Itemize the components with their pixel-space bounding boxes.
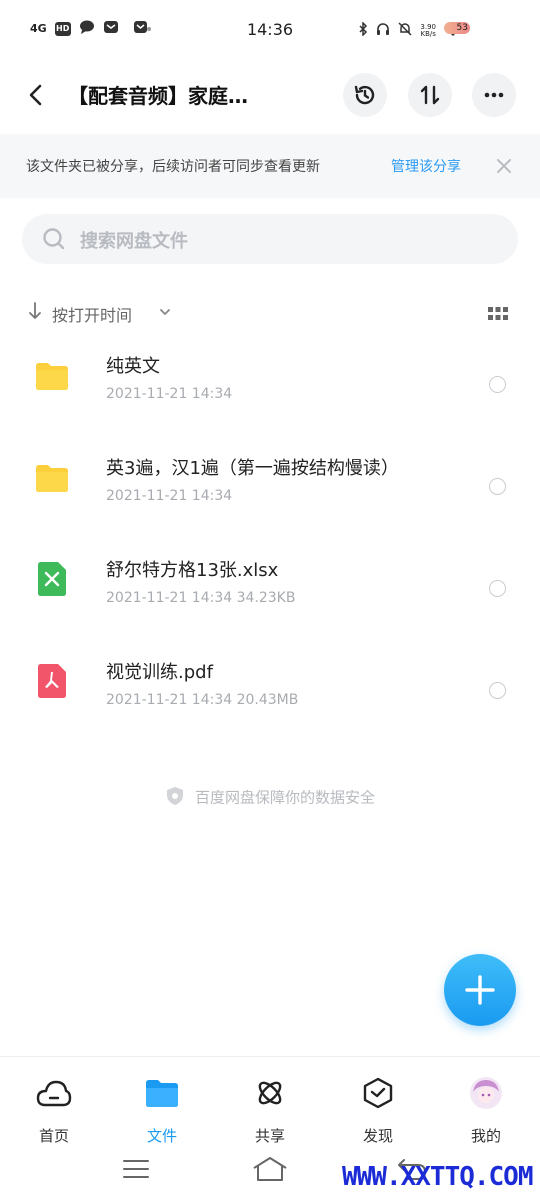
home-nav-button[interactable] bbox=[252, 1156, 288, 1186]
folder-icon bbox=[36, 464, 68, 496]
tab-files[interactable]: 文件 bbox=[108, 1075, 216, 1146]
file-row-3[interactable]: 舒尔特方格13张.xlsx 2021-11-21 14:34 34.23KB bbox=[0, 552, 540, 652]
tab-label: 我的 bbox=[470, 1127, 501, 1145]
tab-me[interactable]: 我的 bbox=[432, 1075, 540, 1146]
grid-view-button[interactable] bbox=[488, 306, 508, 325]
chevron-left-icon bbox=[29, 84, 42, 106]
manage-share-link[interactable]: 管理该分享 bbox=[391, 156, 461, 176]
search-icon bbox=[42, 227, 66, 255]
history-button[interactable] bbox=[343, 73, 387, 117]
avatar bbox=[432, 1075, 540, 1111]
select-radio[interactable] bbox=[489, 580, 506, 597]
folder-icon bbox=[108, 1075, 216, 1111]
menu-nav-button[interactable] bbox=[122, 1158, 150, 1184]
headphone-icon bbox=[376, 22, 390, 39]
sort-bar: 按打开时间 bbox=[0, 298, 540, 328]
select-radio[interactable] bbox=[489, 682, 506, 699]
arrow-down-icon bbox=[29, 302, 41, 319]
xlsx-file-icon bbox=[38, 562, 66, 600]
home-icon bbox=[253, 1157, 287, 1181]
status-bar: 4G HD 14:36 3.90 KB/s 53 bbox=[0, 0, 540, 60]
top-header: 【配套音频】家庭… bbox=[0, 70, 540, 120]
select-radio[interactable] bbox=[489, 478, 506, 495]
battery-indicator: 53 bbox=[444, 22, 470, 34]
history-icon bbox=[354, 85, 375, 105]
file-row-2[interactable]: 英3遍，汉1遍（第一遍按结构慢读） 2021-11-21 14:34 bbox=[0, 450, 540, 550]
mute-icon bbox=[398, 22, 412, 39]
speed-unit: KB/s bbox=[420, 29, 436, 38]
file-name: 视觉训练.pdf bbox=[106, 662, 213, 683]
select-radio[interactable] bbox=[489, 376, 506, 393]
file-meta: 2021-11-21 14:34 20.43MB bbox=[106, 692, 299, 708]
search-input[interactable]: 搜索网盘文件 bbox=[22, 214, 518, 264]
plus-icon bbox=[465, 975, 495, 1005]
search-placeholder: 搜索网盘文件 bbox=[80, 231, 188, 252]
file-meta: 2021-11-21 14:34 34.23KB bbox=[106, 590, 296, 606]
pdf-file-icon bbox=[38, 664, 66, 702]
close-banner-button[interactable] bbox=[496, 152, 512, 179]
atom-icon bbox=[216, 1075, 324, 1111]
sort-direction-button[interactable] bbox=[28, 300, 42, 327]
file-row-1[interactable]: 纯英文 2021-11-21 14:34 bbox=[0, 348, 540, 448]
transfer-icon bbox=[420, 85, 440, 105]
shield-icon bbox=[165, 786, 185, 810]
bluetooth-icon bbox=[358, 21, 368, 39]
banner-text: 该文件夹已被分享，后续访问者可同步查看更新 bbox=[26, 159, 320, 175]
tab-home[interactable]: 首页 bbox=[0, 1075, 108, 1146]
back-button[interactable] bbox=[22, 78, 50, 112]
watermark: WWW.XXTTQ.COM bbox=[342, 1162, 533, 1192]
speed-indicator: 3.90 KB/s bbox=[420, 23, 436, 38]
more-button[interactable] bbox=[472, 73, 516, 117]
safety-note: 百度网盘保障你的数据安全 bbox=[0, 786, 540, 810]
safety-text: 百度网盘保障你的数据安全 bbox=[194, 788, 375, 807]
tab-label: 文件 bbox=[146, 1127, 177, 1145]
tab-share[interactable]: 共享 bbox=[216, 1075, 324, 1146]
file-meta: 2021-11-21 14:34 bbox=[106, 488, 233, 504]
tab-label: 共享 bbox=[254, 1127, 285, 1145]
share-banner: 该文件夹已被分享，后续访问者可同步查看更新 管理该分享 bbox=[0, 134, 540, 198]
cloud-icon bbox=[0, 1075, 108, 1111]
add-button[interactable] bbox=[444, 954, 516, 1026]
chevron-down-icon[interactable] bbox=[158, 302, 172, 326]
bottom-tab-bar: 首页 文件 共享 发现 我的 bbox=[0, 1056, 540, 1147]
file-meta: 2021-11-21 14:34 bbox=[106, 386, 233, 402]
menu-icon bbox=[123, 1160, 149, 1178]
grid-icon bbox=[488, 307, 508, 320]
file-row-4[interactable]: 视觉训练.pdf 2021-11-21 14:34 20.43MB bbox=[0, 654, 540, 754]
cube-icon bbox=[324, 1075, 432, 1111]
tab-discover[interactable]: 发现 bbox=[324, 1075, 432, 1146]
more-icon bbox=[484, 92, 504, 98]
tab-label: 首页 bbox=[38, 1127, 69, 1145]
file-name: 英3遍，汉1遍（第一遍按结构慢读） bbox=[106, 458, 399, 479]
sort-option[interactable]: 按打开时间 bbox=[52, 302, 132, 326]
tab-label: 发现 bbox=[362, 1127, 393, 1145]
page-title: 【配套音频】家庭… bbox=[68, 84, 248, 108]
close-icon bbox=[497, 159, 511, 173]
transfer-button[interactable] bbox=[408, 73, 452, 117]
file-name: 纯英文 bbox=[106, 356, 160, 377]
file-name: 舒尔特方格13张.xlsx bbox=[106, 560, 279, 581]
folder-icon bbox=[36, 362, 68, 394]
